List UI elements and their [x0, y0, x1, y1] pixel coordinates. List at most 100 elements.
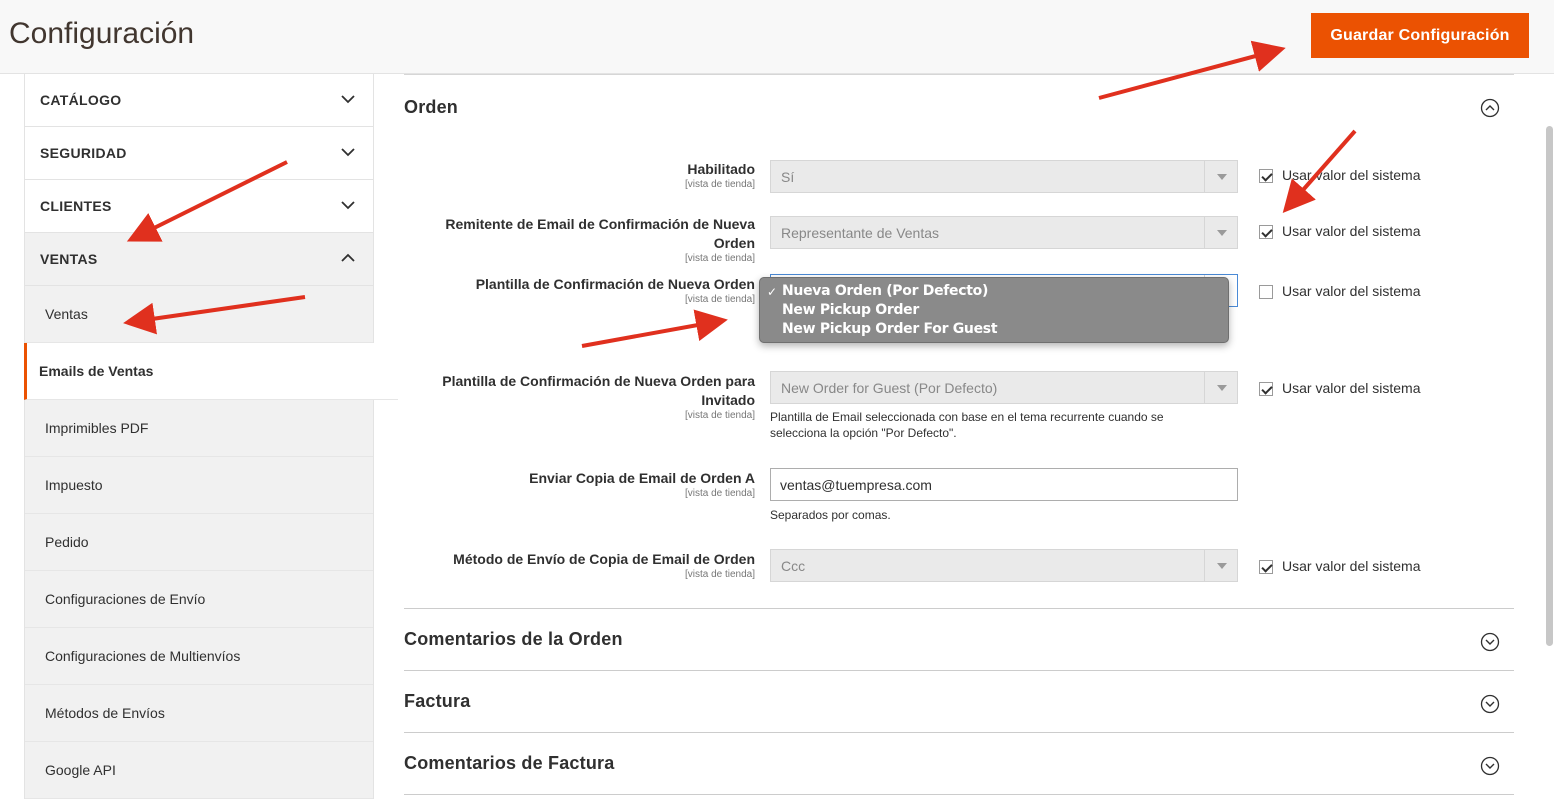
tab-group-security[interactable]: SEGURIDAD	[24, 127, 374, 180]
copy-method-select[interactable]: Ccc	[770, 549, 1238, 582]
section-title: Factura	[404, 691, 471, 711]
select-value: New Order for Guest (Por Defecto)	[781, 380, 998, 396]
tab-group-customers[interactable]: CLIENTES	[24, 180, 374, 233]
note-line: selecciona la opción "Por Defecto".	[770, 426, 957, 440]
template-dropdown-menu: ✓ Nueva Orden (Por Defecto) New Pickup O…	[759, 277, 1229, 343]
sidebar-item-label: Pedido	[45, 534, 89, 550]
tab-group-catalog[interactable]: CATÁLOGO	[24, 74, 374, 127]
sidebar-item-label: Impuesto	[45, 477, 103, 493]
expand-circle-icon[interactable]	[1480, 756, 1500, 776]
expand-circle-icon[interactable]	[1480, 694, 1500, 714]
use-system-label: Usar valor del sistema	[1282, 223, 1421, 239]
page-title: Configuración	[9, 17, 195, 50]
section-title: Comentarios de la Orden	[404, 629, 623, 649]
section-title: Comentarios de Factura	[404, 753, 615, 773]
note-line: Plantilla de Email seleccionada con base…	[770, 410, 1164, 424]
scope-label: [vista de tienda]	[684, 410, 755, 421]
label-text: Habilitado	[687, 161, 755, 177]
field-note: Plantilla de Email seleccionada con base…	[770, 409, 1210, 441]
dropdown-arrow-icon	[1204, 550, 1237, 581]
save-config-button[interactable]: Guardar Configuración	[1311, 13, 1529, 58]
chevron-down-icon	[341, 148, 355, 157]
field-note: Separados por comas.	[770, 508, 891, 522]
scope-label: [vista de tienda]	[684, 179, 755, 190]
label-text: Remitente de Email de Confirmación de Nu…	[445, 216, 755, 232]
tab-group-label: VENTAS	[40, 251, 98, 267]
sidebar-item-label: Imprimibles PDF	[45, 420, 149, 436]
dropdown-option[interactable]: New Pickup Order	[782, 302, 919, 318]
field-label-enabled: Habilitado [vista de tienda]	[415, 160, 755, 191]
label-text: Enviar Copia de Email de Orden A	[529, 470, 755, 486]
divider	[404, 794, 1514, 795]
label-text: Invitado	[701, 392, 755, 408]
sales-sub-list: Ventas Emails de Ventas Imprimibles PDF …	[24, 286, 398, 799]
select-value: Sí	[781, 169, 795, 185]
tab-group-label: SEGURIDAD	[40, 145, 127, 161]
use-system-checkbox[interactable]	[1259, 560, 1273, 574]
divider	[404, 74, 1514, 75]
dropdown-option[interactable]: Nueva Orden (Por Defecto)	[782, 283, 988, 299]
sidebar-item-impuesto[interactable]: Impuesto	[25, 457, 373, 514]
select-value: Ccc	[781, 558, 806, 574]
tab-group-label: CATÁLOGO	[40, 92, 122, 108]
sidebar-item-emails-de-ventas[interactable]: Emails de Ventas	[24, 343, 398, 400]
sidebar-item-google-api[interactable]: Google API	[25, 742, 373, 799]
arrow-to-template-dropdown	[581, 309, 728, 348]
sidebar-item-label: Emails de Ventas	[39, 363, 154, 379]
page-header: Configuración Guardar Configuración	[0, 0, 1554, 74]
sidebar-item-label: Métodos de Envíos	[45, 705, 165, 721]
scope-label: [vista de tienda]	[684, 253, 755, 264]
chevron-up-icon	[341, 253, 355, 262]
divider	[404, 608, 1514, 609]
scope-label: [vista de tienda]	[684, 488, 755, 499]
divider	[404, 732, 1514, 733]
chevron-down-icon	[341, 95, 355, 104]
tab-group-label: CLIENTES	[40, 198, 112, 214]
guest-template-select[interactable]: New Order for Guest (Por Defecto)	[770, 371, 1238, 404]
field-label-copy-method: Método de Envío de Copia de Email de Ord…	[415, 550, 755, 581]
use-system-checkbox[interactable]	[1259, 382, 1273, 396]
sender-select[interactable]: Representante de Ventas	[770, 216, 1238, 249]
sidebar-item-imprimibles-pdf[interactable]: Imprimibles PDF	[25, 400, 373, 457]
scope-label: [vista de tienda]	[684, 569, 755, 580]
field-label-guest-template: Plantilla de Confirmación de Nueva Orden…	[415, 372, 755, 422]
sidebar-item-label: Configuraciones de Envío	[45, 591, 206, 607]
dropdown-arrow-icon	[1204, 217, 1237, 248]
sidebar-item-label: Configuraciones de Multienvíos	[45, 648, 241, 664]
select-value: Representante de Ventas	[781, 225, 940, 241]
enabled-select[interactable]: Sí	[770, 160, 1238, 193]
expand-circle-icon[interactable]	[1480, 632, 1500, 652]
dropdown-option[interactable]: New Pickup Order For Guest	[782, 321, 998, 337]
sidebar-item-metodos-envios[interactable]: Métodos de Envíos	[25, 685, 373, 742]
label-text: Plantilla de Confirmación de Nueva Orden	[475, 276, 755, 292]
use-system-label: Usar valor del sistema	[1282, 167, 1421, 183]
dropdown-arrow-icon	[1204, 372, 1237, 403]
field-label-template: Plantilla de Confirmación de Nueva Orden…	[415, 275, 755, 306]
use-system-checkbox[interactable]	[1259, 285, 1273, 299]
use-system-checkbox[interactable]	[1259, 169, 1273, 183]
section-title: Orden	[404, 97, 459, 117]
field-label-sender: Remitente de Email de Confirmación de Nu…	[415, 215, 755, 265]
use-system-checkbox[interactable]	[1259, 225, 1273, 239]
scope-label: [vista de tienda]	[684, 294, 755, 305]
use-system-label: Usar valor del sistema	[1282, 558, 1421, 574]
sidebar-item-label: Google API	[45, 762, 116, 778]
chevron-down-icon	[341, 201, 355, 210]
divider	[404, 670, 1514, 671]
field-label-copy-to: Enviar Copia de Email de Orden A [vista …	[415, 469, 755, 500]
collapse-circle-icon[interactable]	[1480, 98, 1500, 118]
scrollbar[interactable]	[1546, 126, 1553, 646]
sidebar-item-pedido[interactable]: Pedido	[25, 514, 373, 571]
config-sidebar: CATÁLOGO SEGURIDAD CLIENTES VENTAS Venta…	[24, 74, 398, 806]
sidebar-item-label: Ventas	[45, 306, 88, 322]
label-text: Plantilla de Confirmación de Nueva Orden…	[442, 373, 755, 389]
use-system-label: Usar valor del sistema	[1282, 283, 1421, 299]
sidebar-item-configuraciones-multienvios[interactable]: Configuraciones de Multienvíos	[25, 628, 373, 685]
label-text: Orden	[713, 235, 755, 251]
sidebar-item-ventas[interactable]: Ventas	[25, 286, 373, 343]
copy-to-email-input[interactable]	[770, 468, 1238, 501]
sidebar-item-configuraciones-envio[interactable]: Configuraciones de Envío	[25, 571, 373, 628]
dropdown-arrow-icon	[1204, 161, 1237, 192]
tab-group-sales[interactable]: VENTAS	[24, 233, 374, 286]
label-text: Método de Envío de Copia de Email de Ord…	[453, 551, 755, 567]
